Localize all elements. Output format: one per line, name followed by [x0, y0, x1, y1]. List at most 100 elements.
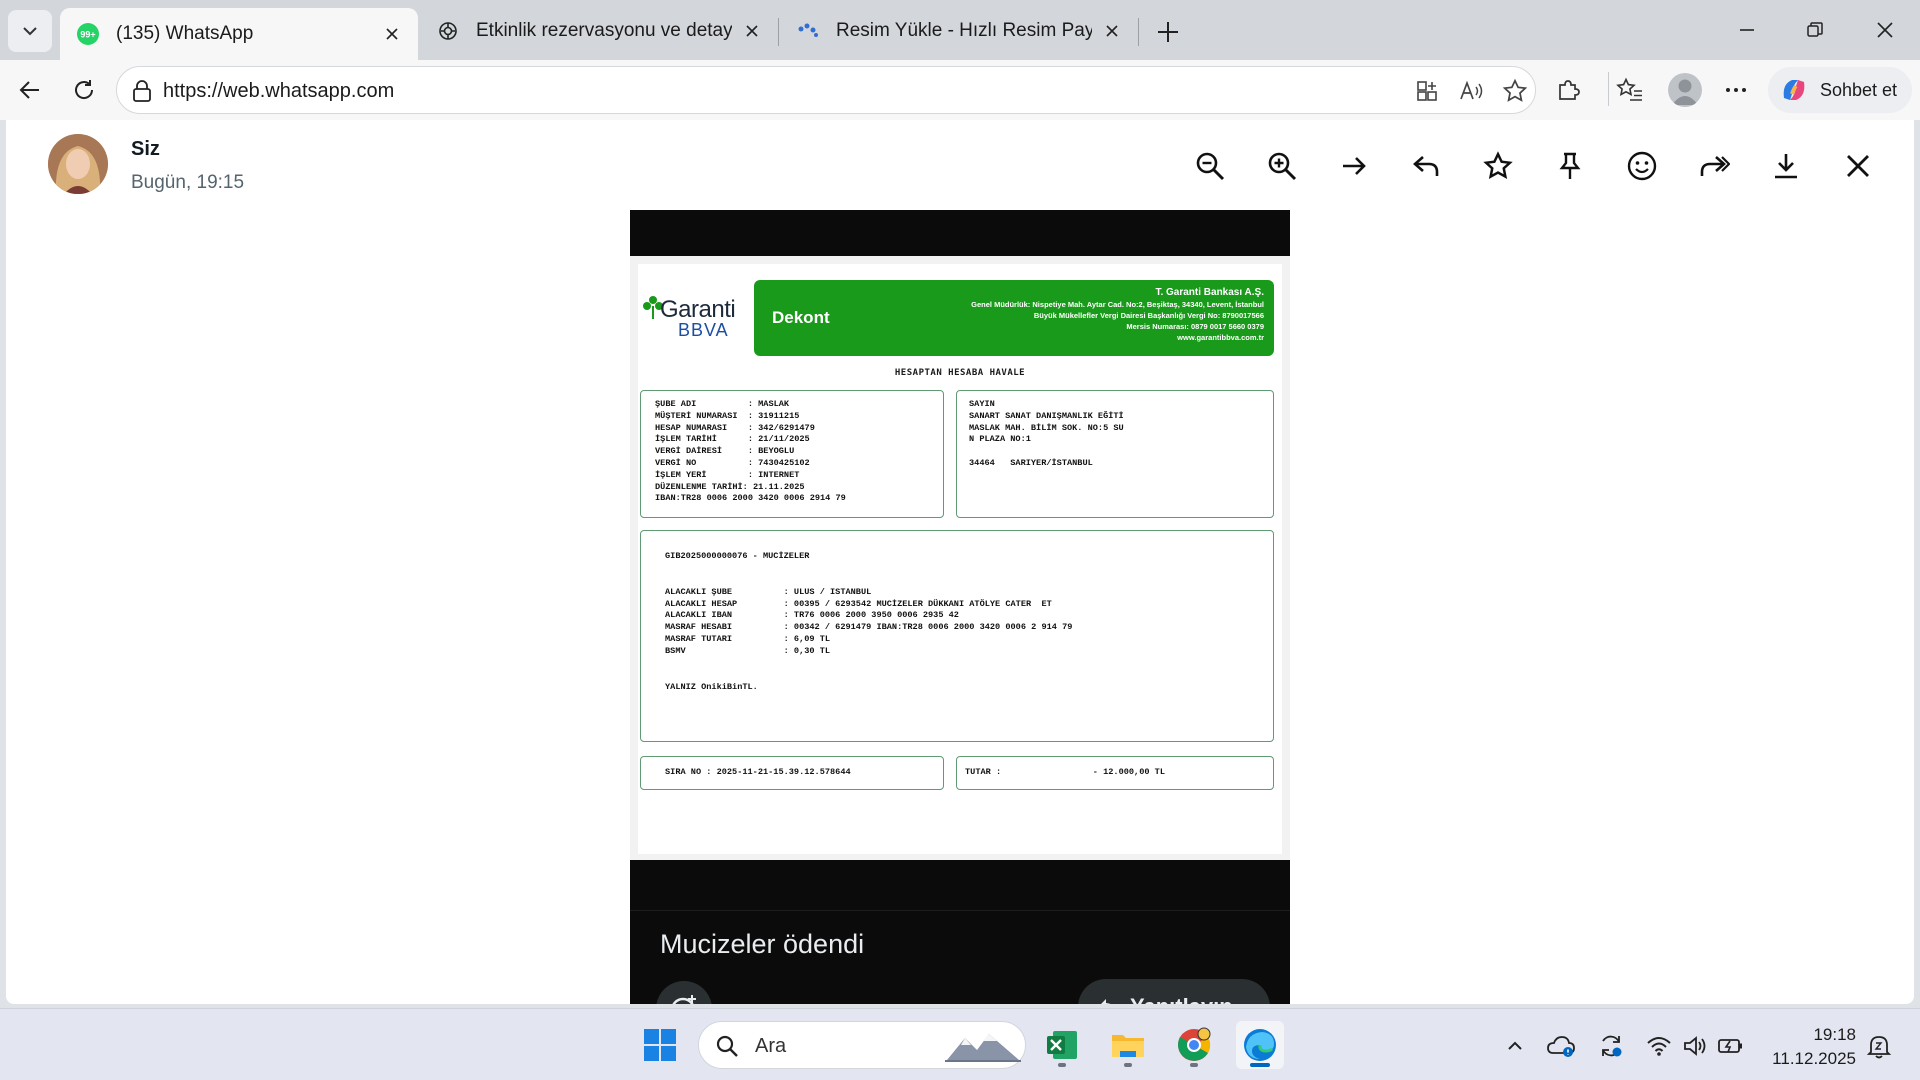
download-button[interactable]: [1766, 146, 1806, 186]
account-row: VERGİ NO : 7430425102: [655, 457, 810, 468]
amount-label: TUTAR :: [965, 767, 1002, 777]
copilot-label: Sohbet et: [1820, 79, 1898, 100]
app-available-icon[interactable]: [1413, 77, 1441, 105]
reply-icon: [1413, 156, 1439, 176]
go-to-message-button[interactable]: [1334, 146, 1374, 186]
system-clock[interactable]: 19:18 11.12.2025: [1756, 1023, 1856, 1071]
quick-reply-button[interactable]: Yanıtlayın: [1078, 979, 1270, 1004]
edge-icon: [1244, 1029, 1276, 1061]
favorites-button[interactable]: [1610, 70, 1650, 110]
sync-tray-button[interactable]: [1596, 1031, 1626, 1061]
close-tab-icon[interactable]: [1102, 21, 1122, 41]
zoom-out-icon: [1196, 152, 1225, 181]
forward-icon: [1700, 156, 1730, 176]
tab-list-button[interactable]: [8, 10, 52, 52]
address-row: SANART SANAT DANIŞMANLIK EĞİTİ: [969, 410, 1124, 421]
account-row: VERGİ DAİRESİ : BEYOGLU: [655, 446, 795, 457]
caption-area: Mucizeler ödendi Yanıtlayın: [630, 910, 1290, 1004]
zoom-in-icon: [1268, 152, 1297, 181]
account-row: IBAN:TR28 0006 2000 3420 0006 2914 79: [655, 493, 846, 504]
taskbar-edge[interactable]: [1236, 1021, 1284, 1069]
favorites-list-icon: [1616, 77, 1642, 101]
folder-icon: [1112, 1035, 1144, 1057]
address-row: MASLAK MAH. BİLİM SOK. NO:5 SU: [969, 422, 1124, 433]
tab-whatsapp[interactable]: 99+ (135) WhatsApp: [60, 8, 418, 60]
sync-icon: [1602, 1035, 1622, 1057]
pin-icon: [1559, 152, 1581, 179]
speaker-icon: [1684, 1036, 1706, 1056]
taskbar-excel[interactable]: [1038, 1021, 1086, 1069]
close-icon: [1877, 22, 1893, 38]
address-row: N PLAZA NO:1: [969, 434, 1031, 445]
running-indicator: [1190, 1063, 1198, 1067]
profile-button[interactable]: [1668, 73, 1702, 107]
new-tab-button[interactable]: [1148, 12, 1188, 52]
read-aloud-icon[interactable]: [1457, 77, 1485, 105]
account-row: MÜŞTERİ NUMARASI : 31911215: [655, 410, 800, 421]
zoom-in-button[interactable]: [1262, 146, 1302, 186]
amount-in-words: YALNIZ OnikiBinTL.: [665, 681, 758, 692]
account-row: İŞLEM YERİ : INTERNET: [655, 469, 800, 480]
tab-separator: [778, 18, 779, 46]
react-button[interactable]: [1622, 146, 1662, 186]
address-bar[interactable]: https://web.whatsapp.com: [116, 66, 1536, 114]
taskbar-search[interactable]: Ara: [698, 1021, 1026, 1069]
excel-icon: [1047, 1031, 1077, 1059]
refresh-button[interactable]: [64, 70, 104, 110]
receipt-header-band: Dekont T. Garanti Bankası A.Ş. Genel Müd…: [754, 280, 1274, 356]
extensions-button[interactable]: [1548, 70, 1588, 110]
lock-icon[interactable]: [131, 79, 153, 103]
close-tab-icon[interactable]: [742, 21, 762, 41]
more-options-button[interactable]: [1716, 70, 1756, 110]
download-icon: [1775, 154, 1797, 179]
sent-time: Bugün, 19:15: [131, 172, 245, 193]
notifications-button[interactable]: [1864, 1031, 1894, 1061]
tab-etkinlik[interactable]: Etkinlik rezervasyonu ve detaylar: [420, 8, 778, 54]
url-text[interactable]: https://web.whatsapp.com: [163, 80, 394, 103]
media-image[interactable]: Garanti BBVA Dekont T. Garanti Bankası A…: [630, 210, 1290, 1004]
star-message-button[interactable]: [1478, 146, 1518, 186]
copilot-icon: [1783, 80, 1805, 100]
reply-button[interactable]: [1406, 146, 1446, 186]
forward-button[interactable]: [1694, 146, 1734, 186]
tab-resim-yukle[interactable]: Resim Yükle - Hızlı Resim Paylaş - R: [780, 8, 1138, 54]
copilot-chat-button[interactable]: Sohbet et: [1768, 67, 1912, 113]
minimize-button[interactable]: [1724, 10, 1770, 50]
wifi-icon: [1647, 1037, 1671, 1056]
show-hidden-icons-button[interactable]: [1500, 1031, 1530, 1061]
bank-info: T. Garanti Bankası A.Ş. Genel Müdürlük: …: [971, 287, 1264, 342]
battery-tray-button[interactable]: [1716, 1031, 1746, 1061]
reference-line: GIB2025000000076 - MUCİZELER: [665, 551, 810, 561]
viewer-header: Siz Bugün, 19:15: [6, 120, 1914, 210]
taskbar-file-explorer[interactable]: [1104, 1021, 1152, 1069]
zoom-out-button[interactable]: [1190, 146, 1230, 186]
start-button[interactable]: [636, 1021, 684, 1069]
pin-button[interactable]: [1550, 146, 1590, 186]
arrow-right-icon: [1343, 157, 1366, 175]
detail-row: ALACAKLI HESAP : 00395 / 6293542 MUCİZEL…: [665, 598, 1052, 609]
browser-toolbar: https://web.whatsapp.com Sohbet et: [0, 60, 1920, 120]
close-viewer-button[interactable]: [1838, 146, 1878, 186]
restore-button[interactable]: [1792, 10, 1838, 50]
media-caption: Mucizeler ödendi: [660, 929, 865, 959]
onedrive-tray-button[interactable]: [1546, 1031, 1576, 1061]
chevron-down-icon: [23, 27, 37, 36]
wifi-tray-button[interactable]: [1644, 1031, 1674, 1061]
avatar[interactable]: [48, 134, 108, 194]
toolbar-separator: [1608, 72, 1609, 106]
account-row: DÜZENLENME TARİHİ: 21.11.2025: [655, 481, 805, 492]
add-reaction-button[interactable]: [656, 981, 712, 1004]
openai-icon: [436, 19, 460, 43]
taskbar-chrome[interactable]: [1170, 1021, 1218, 1069]
tab-title: Etkinlik rezervasyonu ve detaylar: [476, 20, 732, 41]
windows-logo-icon: [644, 1029, 676, 1061]
dots-icon: [796, 19, 820, 43]
close-tab-icon[interactable]: [382, 24, 402, 44]
tab-strip: 99+ (135) WhatsApp Etkinlik rezervasyonu…: [0, 0, 1920, 60]
volume-tray-button[interactable]: [1680, 1031, 1710, 1061]
close-window-button[interactable]: [1862, 10, 1908, 50]
favorite-star-icon[interactable]: [1501, 77, 1529, 105]
garanti-bbva-logo: Garanti BBVA: [660, 295, 736, 340]
sender-name: Siz: [131, 138, 160, 160]
back-button[interactable]: [10, 70, 50, 110]
